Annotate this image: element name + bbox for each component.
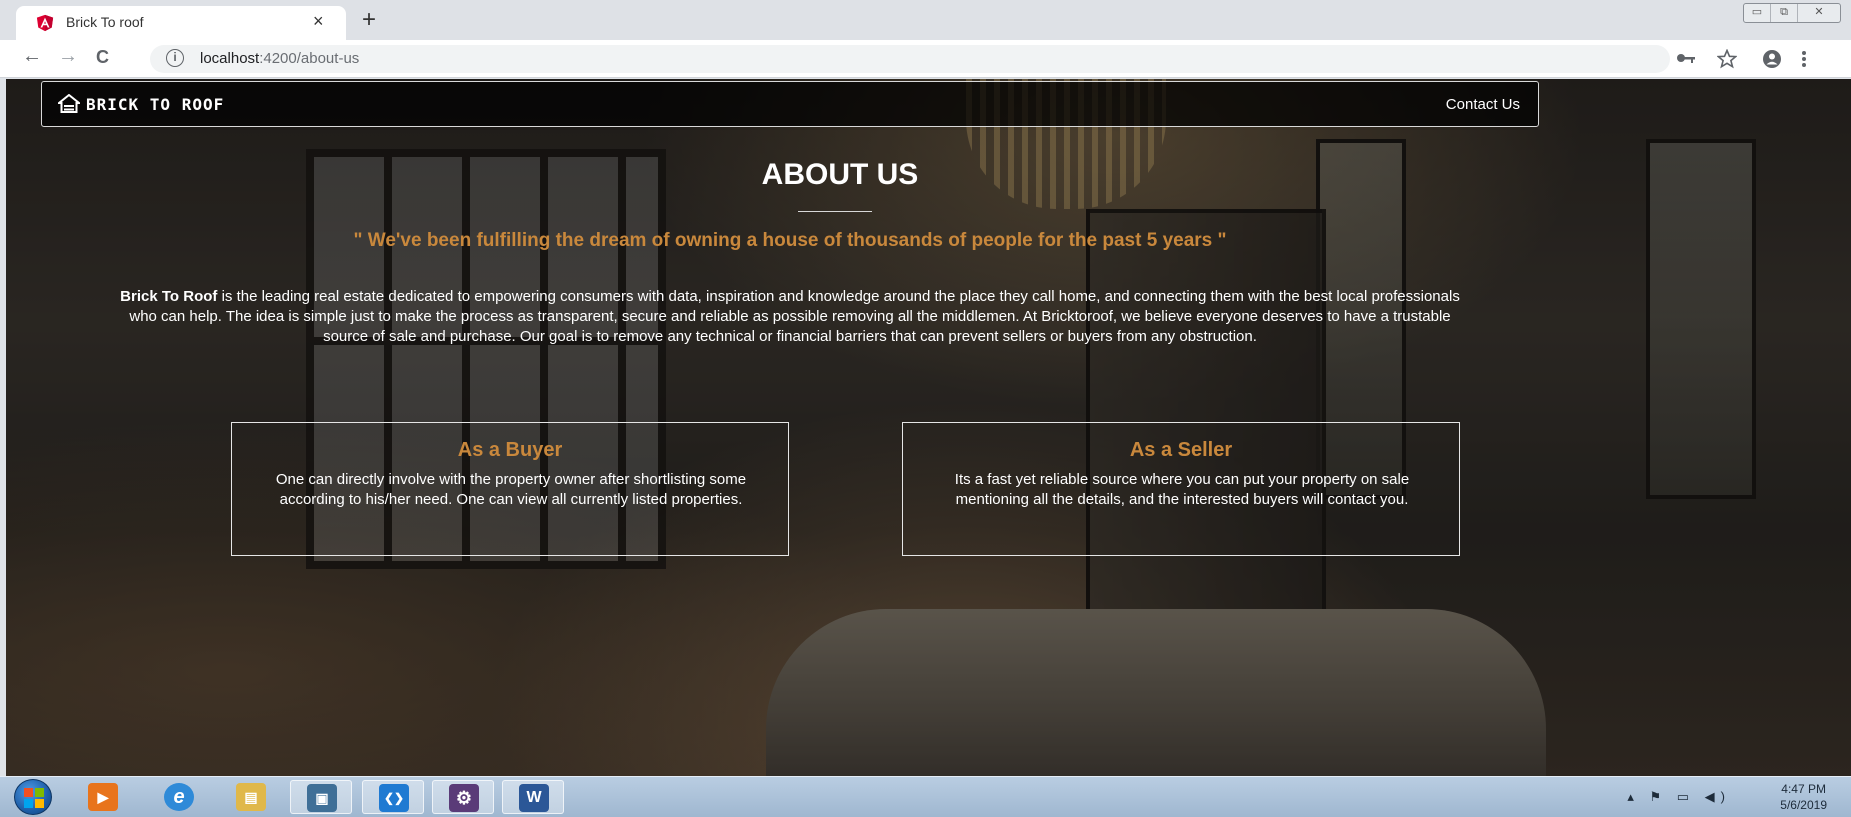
back-arrow-icon[interactable]: ← — [22, 45, 42, 68]
clock-date: 5/6/2019 — [1780, 798, 1827, 812]
browser-tab-bar: Brick To roof × + ▭ ⧉ ✕ — [0, 0, 1851, 40]
file-explorer-icon: ▤ — [236, 783, 266, 811]
taskbar-clock[interactable]: 4:47 PM 5/6/2019 — [1780, 781, 1827, 813]
system-tray-icons[interactable]: ▴ ⚑ ▭ ◀) — [1627, 789, 1731, 805]
url-field[interactable]: i localhost:4200/about-us — [150, 45, 1670, 73]
seller-card-title: As a Seller — [1129, 439, 1233, 461]
intro-brand-name: Brick To Roof — [120, 288, 218, 305]
close-window-button[interactable]: ✕ — [1798, 4, 1840, 22]
window-app-icon: ▣ — [307, 784, 337, 812]
taskbar-word[interactable]: W — [502, 780, 564, 814]
clock-time: 4:47 PM — [1781, 782, 1826, 796]
tab-title: Brick To roof — [66, 14, 144, 30]
tab-close-icon[interactable]: × — [313, 11, 324, 32]
java-ee-ide-icon: ⚙ — [449, 784, 479, 812]
intro-text: is the leading real estate dedicated to … — [129, 288, 1460, 345]
new-tab-button[interactable]: + — [362, 6, 376, 34]
buyer-card: As a Buyer One can directly involve with… — [231, 422, 789, 556]
address-bar: ← → C i localhost:4200/about-us — [0, 40, 1851, 78]
bookmark-star-icon[interactable] — [1717, 49, 1737, 69]
site-info-icon[interactable]: i — [166, 49, 184, 67]
url-text: localhost:4200/about-us — [200, 50, 360, 67]
minimize-button[interactable]: ▭ — [1744, 4, 1771, 22]
taskbar-internet-explorer[interactable]: e — [148, 780, 210, 814]
intro-paragraph: Brick To Roof is the leading real estate… — [120, 287, 1460, 347]
browser-tab[interactable]: Brick To roof × — [16, 6, 346, 40]
taskbar-media-player[interactable]: ▶ — [72, 780, 134, 814]
house-logo-icon — [58, 94, 80, 113]
restore-button[interactable]: ⧉ — [1771, 4, 1798, 22]
window-controls: ▭ ⧉ ✕ — [1743, 3, 1841, 23]
taskbar-file-explorer[interactable]: ▤ — [220, 780, 282, 814]
windows-logo-icon — [24, 788, 44, 808]
seller-card: As a Seller Its a fast yet reliable sour… — [902, 422, 1460, 556]
angular-favicon-icon — [36, 14, 54, 32]
key-icon[interactable] — [1676, 51, 1696, 65]
forward-arrow-icon[interactable]: → — [58, 45, 78, 68]
tagline-quote: " We've been fulfilling the dream of own… — [353, 230, 1227, 251]
buyer-card-text: One can directly involve with the proper… — [275, 471, 747, 508]
windows-taskbar: ▶ e ▤ ▣ ❮❯ ⚙ W ▴ ⚑ ▭ ◀) 4:47 PM 5/6/2019 — [0, 776, 1851, 817]
contact-us-link[interactable]: Contact Us — [1446, 96, 1520, 113]
media-player-icon: ▶ — [88, 783, 118, 811]
profile-icon[interactable] — [1762, 49, 1782, 69]
taskbar-java-ee-ide[interactable]: ⚙ — [432, 780, 494, 814]
menu-kebab-icon[interactable] — [1800, 49, 1808, 69]
internet-explorer-icon: e — [164, 783, 194, 811]
taskbar-window-app[interactable]: ▣ — [290, 780, 352, 814]
site-navbar: BRICK TO ROOF Contact Us — [41, 81, 1539, 127]
vscode-icon: ❮❯ — [379, 784, 409, 812]
reload-icon[interactable]: C — [96, 47, 109, 68]
taskbar-vscode[interactable]: ❮❯ — [362, 780, 424, 814]
brand-name: BRICK TO ROOF — [86, 94, 225, 114]
title-divider — [798, 211, 872, 212]
seller-card-text: Its a fast yet reliable source where you… — [954, 471, 1410, 508]
word-icon: W — [519, 784, 549, 812]
brand-logo[interactable]: BRICK TO ROOF — [58, 94, 224, 114]
page-title: ABOUT US — [761, 158, 919, 191]
start-button[interactable] — [14, 779, 52, 815]
buyer-card-title: As a Buyer — [457, 439, 563, 461]
